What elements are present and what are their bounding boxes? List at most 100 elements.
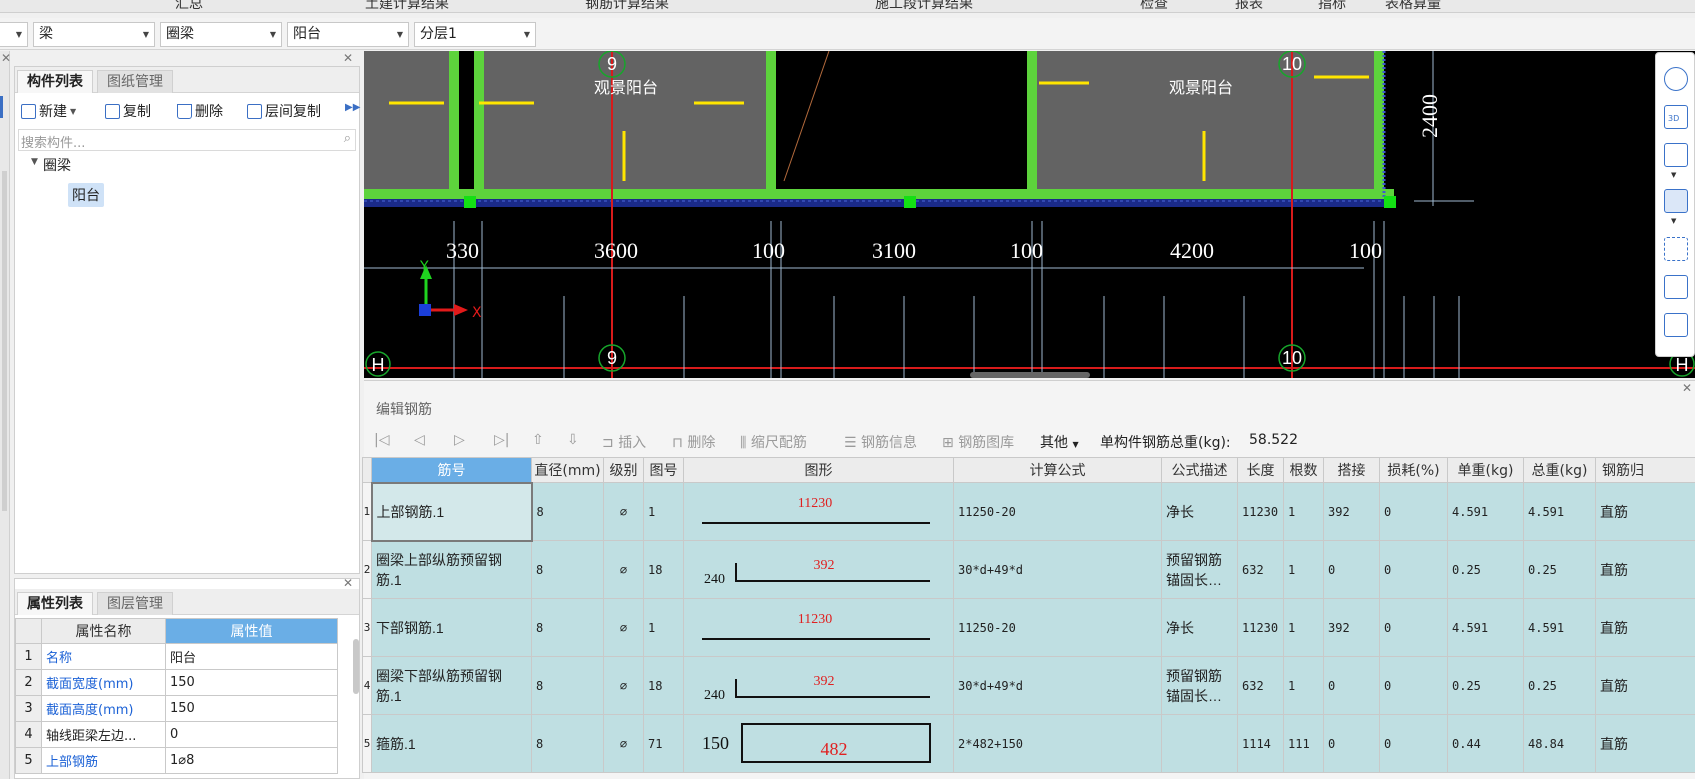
total-weight-cell[interactable]: 0.25: [1523, 656, 1596, 715]
close-panel-icon[interactable]: ✕: [1682, 381, 1692, 395]
copy-button[interactable]: 复制: [105, 101, 151, 121]
loss-cell[interactable]: 0: [1379, 540, 1448, 599]
move-up-icon[interactable]: ⇧: [532, 432, 544, 448]
rebar-row[interactable]: 5 箍筋.1 8 ⌀ 71 150 482 2*482+150 1114 111 0 0 0.44 48.…: [362, 714, 1695, 773]
unit-weight-cell[interactable]: 0.25: [1447, 656, 1524, 715]
header-count[interactable]: 根数: [1283, 457, 1324, 483]
rebar-type-cell[interactable]: 直筋: [1595, 656, 1695, 715]
grade-cell[interactable]: ⌀: [603, 540, 644, 599]
close-panel-icon[interactable]: ✕: [343, 51, 353, 65]
property-value[interactable]: 150: [165, 695, 338, 722]
header-formula[interactable]: 计算公式: [953, 457, 1162, 483]
length-cell[interactable]: 632: [1237, 656, 1284, 715]
header-formula-desc[interactable]: 公式描述: [1161, 457, 1238, 483]
bar-name-cell[interactable]: 圈梁下部纵筋预留钢筋.1: [371, 656, 532, 715]
rebar-type-cell[interactable]: 直筋: [1595, 714, 1695, 773]
property-row[interactable]: 5 上部钢筋 1⌀8: [15, 747, 338, 774]
unit-weight-cell[interactable]: 0.25: [1447, 540, 1524, 599]
splitter-handle[interactable]: [970, 372, 1090, 378]
floor-copy-button[interactable]: 层间复制: [247, 101, 321, 121]
property-value[interactable]: 0: [165, 721, 338, 748]
move-down-icon[interactable]: ⇩: [567, 432, 579, 448]
header-figure-no[interactable]: 图号: [643, 457, 684, 483]
more-icon[interactable]: ▶▶: [345, 102, 360, 113]
next-icon[interactable]: ▷: [454, 432, 465, 448]
figure-no-cell[interactable]: 18: [643, 656, 684, 715]
grade-cell[interactable]: ⌀: [603, 656, 644, 715]
rebar-row[interactable]: 4 圈梁下部纵筋预留钢筋.1 8 ⌀ 18 240 392 30*d+49*d 预留钢筋锚固长……: [362, 656, 1695, 715]
total-weight-cell[interactable]: 0.25: [1523, 540, 1596, 599]
tab-drawing-management[interactable]: 图纸管理: [97, 70, 173, 93]
fit-view-icon[interactable]: [1664, 237, 1688, 261]
formula-desc-cell[interactable]: 预留钢筋锚固长…: [1161, 540, 1238, 599]
3d-view-icon[interactable]: 3D: [1664, 105, 1688, 129]
property-value[interactable]: 150: [165, 669, 338, 696]
other-dropdown[interactable]: 其他 ▼: [1040, 432, 1079, 452]
length-cell[interactable]: 632: [1237, 540, 1284, 599]
count-cell[interactable]: 1: [1283, 482, 1324, 541]
figure-no-cell[interactable]: 71: [643, 714, 684, 773]
prev-icon[interactable]: ◁: [414, 432, 425, 448]
menu-index[interactable]: 指标: [1318, 0, 1346, 12]
length-cell[interactable]: 11230: [1237, 598, 1284, 657]
diameter-cell[interactable]: 8: [531, 598, 604, 657]
component-search[interactable]: 搜索构件... ⌕: [18, 129, 356, 151]
figure-no-cell[interactable]: 1: [643, 482, 684, 541]
rebar-row[interactable]: 1 上部钢筋.1 8 ⌀ 1 11230 11250-20 净长 11230 1 392 0 4.591…: [362, 481, 1695, 542]
property-row[interactable]: 4 轴线距梁左边... 0: [15, 721, 338, 748]
type-select[interactable]: 圈梁 ▼: [160, 22, 282, 47]
header-diameter[interactable]: 直径(mm): [531, 457, 604, 483]
scale-rebar-button[interactable]: ⫼ 缩尺配筋: [740, 432, 807, 452]
cad-canvas[interactable]: 330 3600 100 3100 100 4200 100 2400 观景阳台…: [364, 51, 1695, 378]
count-cell[interactable]: 1: [1283, 598, 1324, 657]
menu-summary[interactable]: 汇总: [175, 0, 203, 12]
tab-component-list[interactable]: 构件列表: [17, 70, 93, 93]
rebar-library-button[interactable]: ⊞ 钢筋图库: [942, 432, 1014, 452]
diameter-cell[interactable]: 8: [531, 540, 604, 599]
header-bar-name[interactable]: 筋号: [371, 457, 532, 483]
cube-icon[interactable]: [1664, 275, 1688, 299]
unit-weight-cell[interactable]: 4.591: [1447, 598, 1524, 657]
length-cell[interactable]: 1114: [1237, 714, 1284, 773]
property-value[interactable]: 1⌀8: [165, 747, 338, 774]
tree-item-balcony[interactable]: 阳台: [68, 183, 104, 207]
cad-drawing[interactable]: 330 3600 100 3100 100 4200 100 2400 观景阳台…: [364, 51, 1695, 378]
insert-button[interactable]: ⊐ 插入: [602, 432, 646, 452]
header-shape[interactable]: 图形: [683, 457, 954, 483]
menu-stage-results[interactable]: 施工段计算结果: [875, 0, 973, 12]
last-icon[interactable]: ▷|: [494, 432, 509, 448]
formula-desc-cell[interactable]: [1161, 714, 1238, 773]
floor-select[interactable]: ▼: [0, 22, 28, 47]
chevron-down-icon[interactable]: ▼: [1671, 217, 1676, 225]
diameter-cell[interactable]: 8: [531, 656, 604, 715]
rebar-type-cell[interactable]: 直筋: [1595, 598, 1695, 657]
rebar-type-cell[interactable]: 直筋: [1595, 540, 1695, 599]
layer-select[interactable]: 分层1 ▼: [414, 22, 536, 47]
formula-desc-cell[interactable]: 净长: [1161, 598, 1238, 657]
expand-triangle-icon[interactable]: ▼: [31, 157, 38, 167]
shape-cell[interactable]: 150 482: [683, 714, 954, 773]
diameter-cell[interactable]: 8: [531, 482, 604, 541]
shape-cell[interactable]: 240 392: [683, 540, 954, 599]
header-total-weight[interactable]: 总重(kg): [1523, 457, 1596, 483]
formula-desc-cell[interactable]: 预留钢筋锚固长…: [1161, 656, 1238, 715]
formula-cell[interactable]: 11250-20: [953, 598, 1162, 657]
figure-no-cell[interactable]: 1: [643, 598, 684, 657]
header-length[interactable]: 长度: [1237, 457, 1284, 483]
lap-cell[interactable]: 392: [1323, 598, 1380, 657]
unit-weight-cell[interactable]: 0.44: [1447, 714, 1524, 773]
chevron-down-icon[interactable]: ▼: [1671, 171, 1676, 179]
property-row[interactable]: 2 截面宽度(mm) 150: [15, 669, 338, 696]
total-weight-cell[interactable]: 48.84: [1523, 714, 1596, 773]
bar-name-cell[interactable]: 箍筋.1: [371, 714, 532, 773]
bar-name-cell[interactable]: 下部钢筋.1: [371, 598, 532, 657]
property-scrollbar[interactable]: [353, 639, 359, 694]
close-icon[interactable]: ✕: [1, 51, 11, 65]
formula-desc-cell[interactable]: 净长: [1161, 482, 1238, 541]
count-cell[interactable]: 111: [1283, 714, 1324, 773]
property-row[interactable]: 3 截面高度(mm) 150: [15, 695, 338, 722]
solid-view-icon[interactable]: [1664, 189, 1688, 213]
delete-row-button[interactable]: ⊓ 删除: [672, 432, 715, 452]
grade-cell[interactable]: ⌀: [603, 714, 644, 773]
orbit-icon[interactable]: [1664, 67, 1688, 91]
